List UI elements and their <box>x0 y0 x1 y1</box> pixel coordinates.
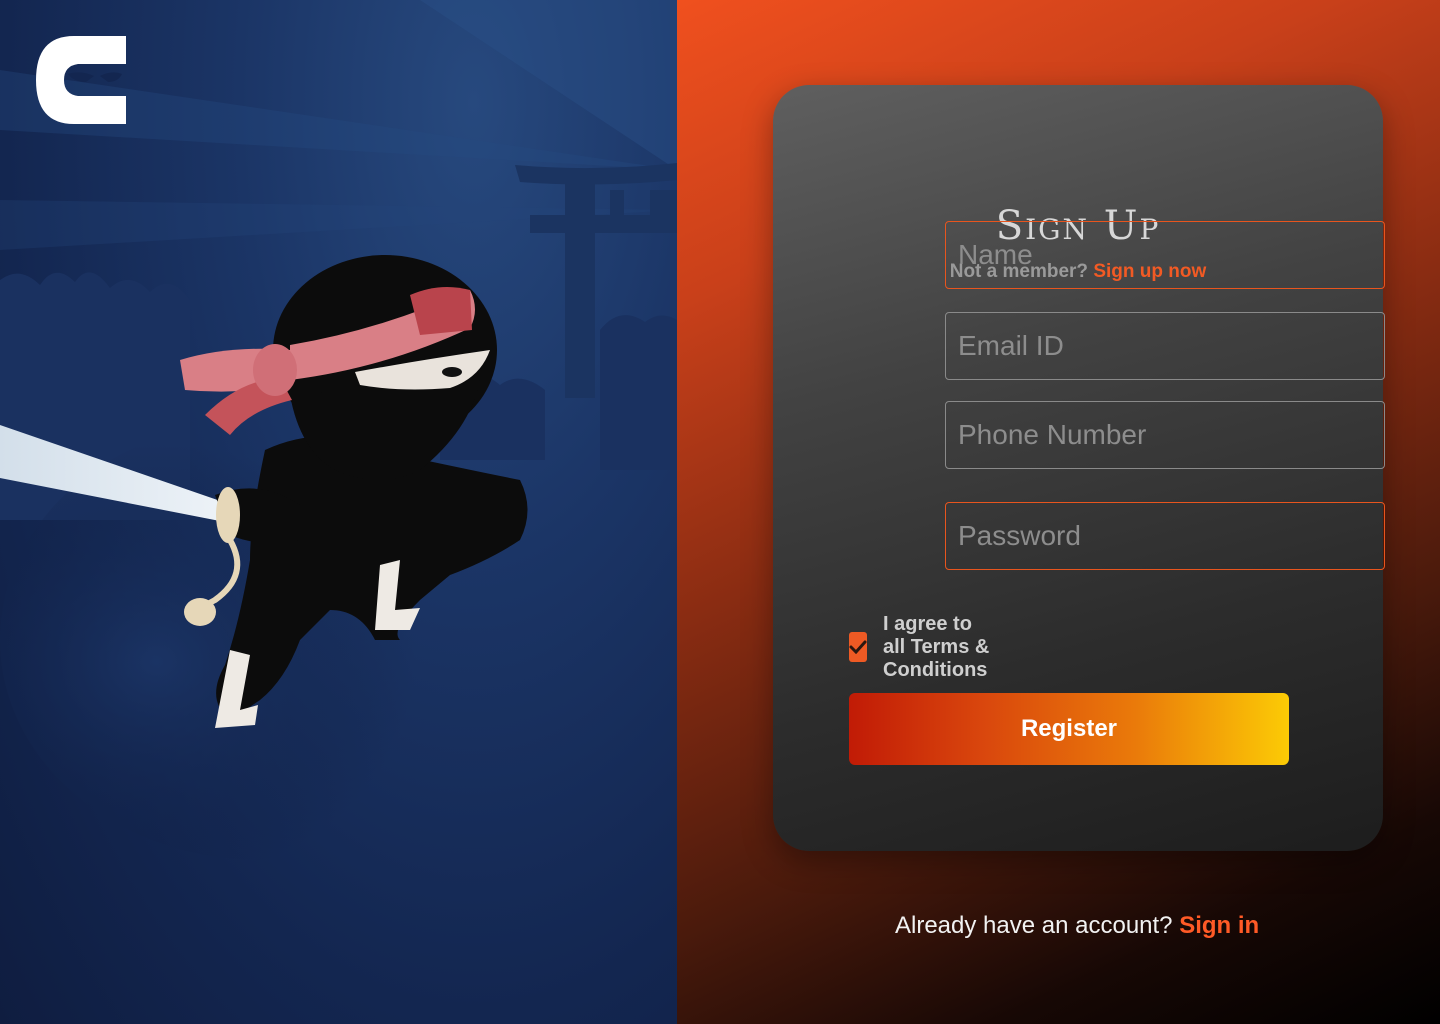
register-button[interactable]: Register <box>849 693 1289 765</box>
checkmark-icon <box>849 640 867 654</box>
sign-in-link[interactable]: Sign in <box>1179 912 1259 939</box>
terms-agreement: I agree to all Terms & Conditions <box>849 613 999 681</box>
password-field[interactable] <box>945 502 1385 570</box>
ninja-illustration <box>0 0 677 860</box>
illustration-panel <box>0 0 677 1024</box>
terms-checkbox[interactable] <box>849 632 867 662</box>
phone-number-field[interactable] <box>945 401 1385 469</box>
ninja-e-logo-icon[interactable] <box>34 34 128 126</box>
terms-label: I agree to all Terms & Conditions <box>883 612 990 681</box>
signin-prompt-text: Already have an account? <box>895 912 1173 939</box>
signin-prompt: Already have an account? Sign in <box>895 912 1259 940</box>
email-field[interactable] <box>945 312 1385 380</box>
signup-panel: Sign Up Not a member? Sign up now I agre… <box>677 0 1440 1024</box>
name-field[interactable] <box>945 221 1385 289</box>
